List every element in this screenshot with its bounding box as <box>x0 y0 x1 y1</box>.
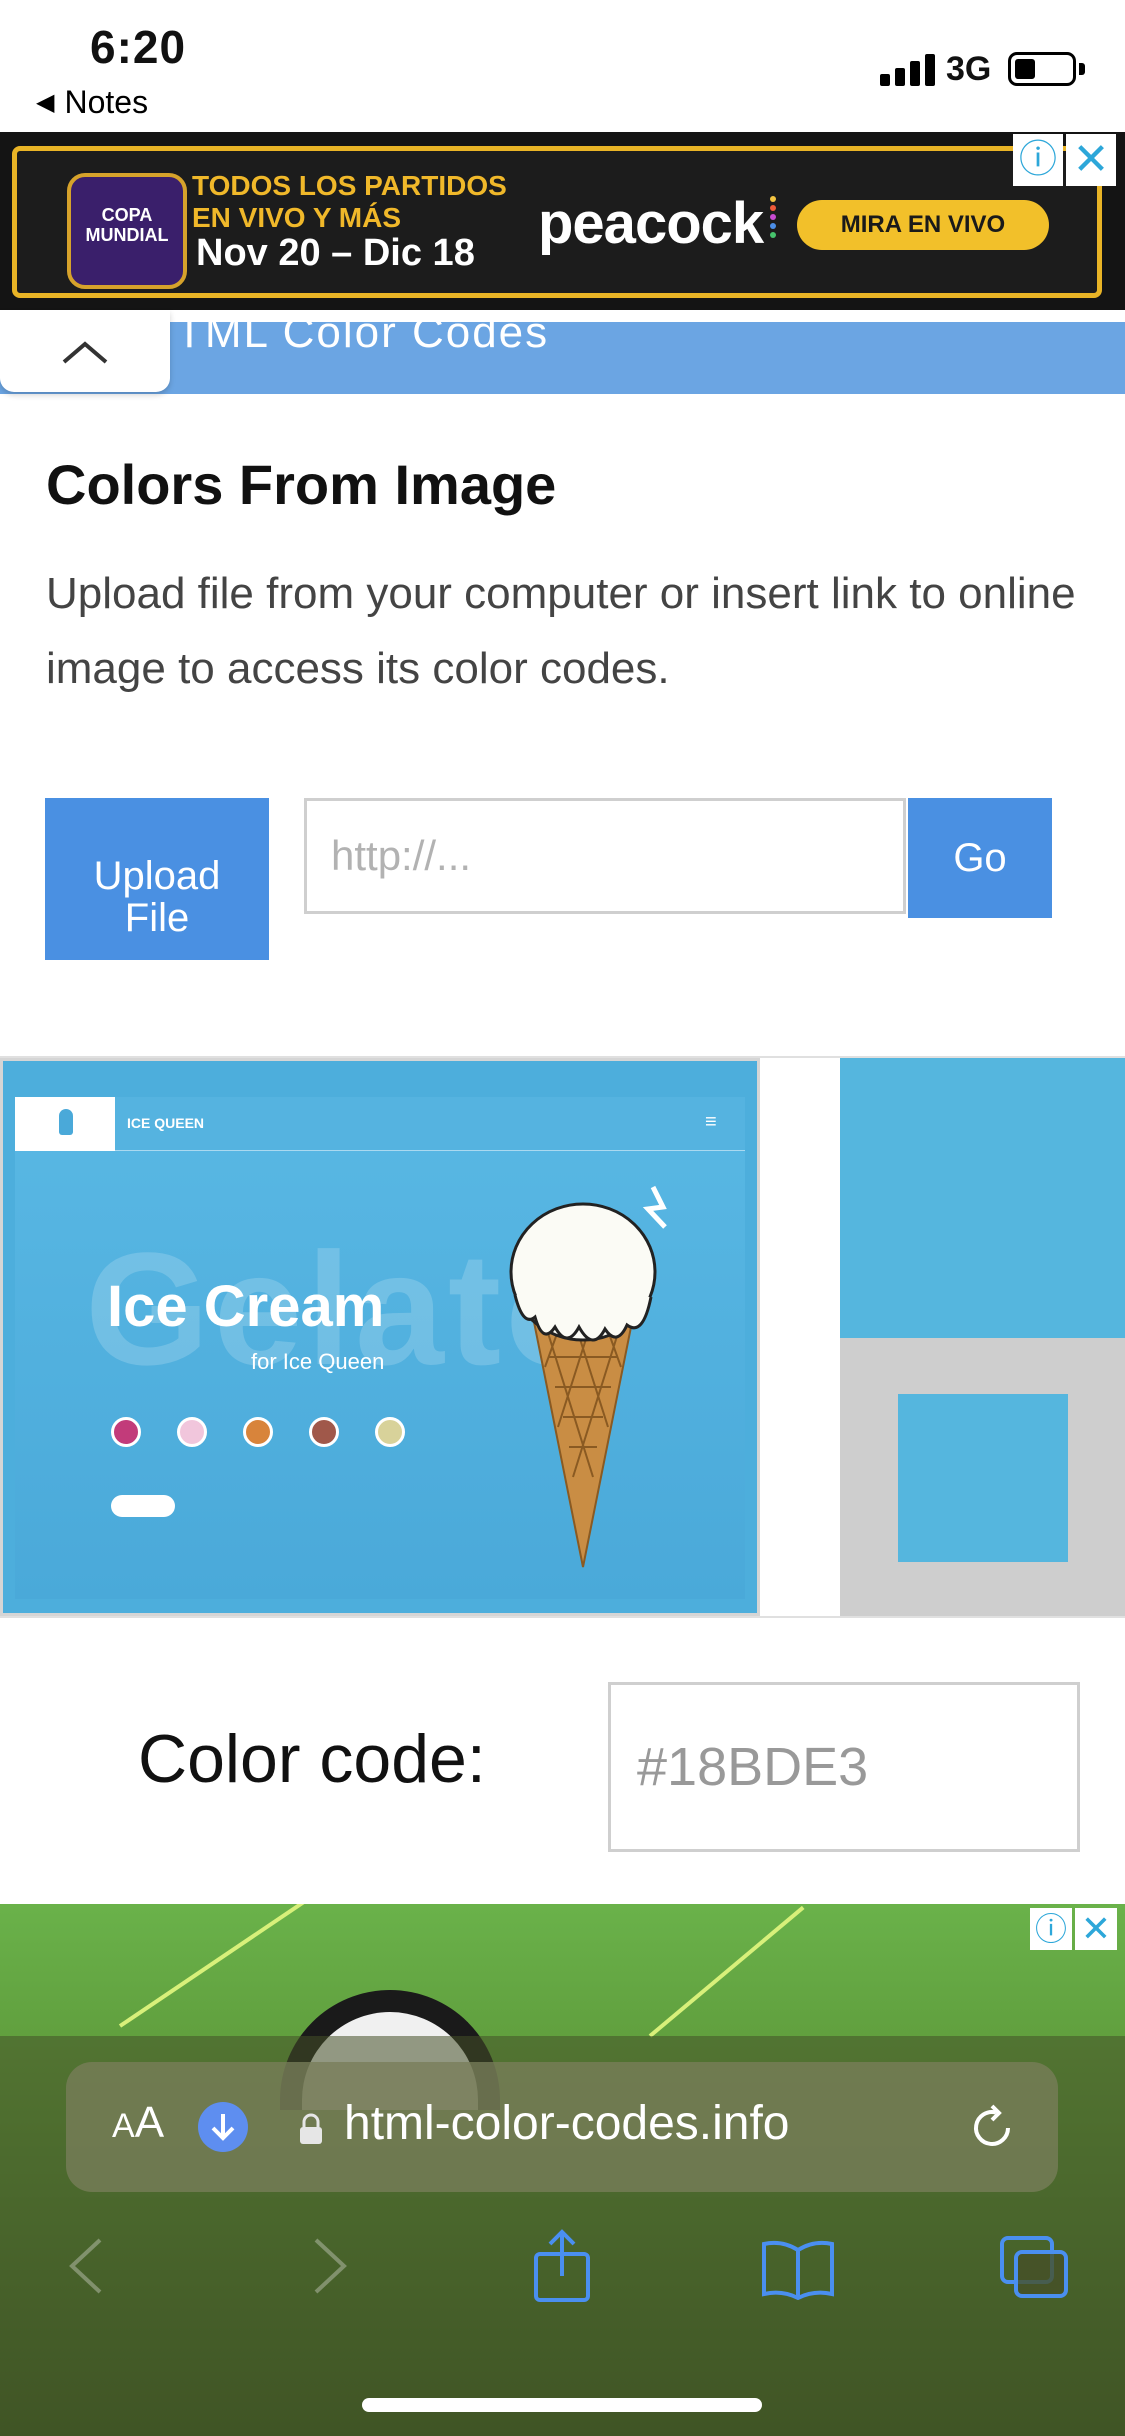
back-app-label: Notes <box>64 84 149 120</box>
color-swatch-small <box>898 1394 1068 1562</box>
chevron-up-icon <box>62 341 108 364</box>
network-type: 3G <box>946 50 992 88</box>
image-picker-area: ICE QUEEN ≡ Gelato Ice Cream for Ice Que… <box>0 1056 1125 1618</box>
back-chevron-icon[interactable] <box>66 2236 106 2296</box>
ad-line-2: EN VIVO Y MÁS <box>192 202 402 233</box>
uploaded-image-preview[interactable]: ICE QUEEN ≡ Gelato Ice Cream for Ice Que… <box>0 1058 760 1616</box>
mock-brand: ICE QUEEN <box>127 1115 205 1131</box>
battery-icon <box>1008 52 1076 86</box>
download-icon[interactable] <box>198 2102 248 2152</box>
page-description: Upload file from your computer or insert… <box>46 569 1076 693</box>
url-display[interactable]: html-color-codes.info <box>344 2096 790 2151</box>
share-icon[interactable] <box>530 2228 594 2304</box>
back-triangle-icon: ◀ <box>36 89 55 116</box>
badge-text: COPA MUNDIAL <box>85 205 169 245</box>
flavor-dot-2 <box>177 1417 207 1447</box>
ad-light-streak <box>118 1904 337 2028</box>
mock-button <box>111 1495 175 1517</box>
site-title[interactable]: TML Color Codes <box>176 308 549 358</box>
flavor-dot-5 <box>375 1417 405 1447</box>
bookmarks-icon[interactable] <box>760 2236 836 2300</box>
status-time: 6:20 <box>90 21 187 73</box>
color-code-field[interactable] <box>608 1682 1080 1852</box>
ad-info-icon[interactable]: ⓘ <box>1030 1908 1072 1950</box>
color-code-label: Color code: <box>138 1721 486 1797</box>
collapse-ad-button[interactable] <box>0 310 170 392</box>
brand-dots-icon <box>770 196 776 246</box>
back-to-notes-link[interactable]: ◀ Notes <box>36 84 148 121</box>
flavor-dot-1 <box>111 1417 141 1447</box>
mock-logo <box>15 1097 115 1151</box>
go-button[interactable]: Go <box>908 798 1052 918</box>
ad-close-icon[interactable]: ✕ <box>1075 1908 1117 1950</box>
ad-brand-logo: peacock <box>538 191 764 256</box>
color-swatch-large <box>840 1058 1125 1338</box>
image-url-input[interactable] <box>304 798 906 914</box>
ad-info-icon[interactable]: ⓘ <box>1013 134 1063 186</box>
mock-nav-bar: ICE QUEEN ≡ <box>15 1097 745 1151</box>
page-title: Colors From Image <box>46 453 557 516</box>
ad-dates: Nov 20 – Dic 18 <box>196 232 475 274</box>
lock-icon <box>300 2113 322 2144</box>
forward-chevron-icon[interactable] <box>310 2236 350 2296</box>
status-bar: 6:20 ◀ Notes 3G <box>0 0 1125 132</box>
battery-tip <box>1079 63 1085 75</box>
signal-icon <box>880 50 936 86</box>
ad-close-icon[interactable]: ✕ <box>1066 134 1116 186</box>
preview-image-content: ICE QUEEN ≡ Gelato Ice Cream for Ice Que… <box>15 1097 745 1599</box>
reader-options-button[interactable]: AA <box>112 2098 164 2148</box>
ice-cream-cone-icon <box>509 1185 667 1568</box>
mock-menu-icon: ≡ <box>705 1111 717 1133</box>
mock-heading: Ice Cream <box>107 1274 385 1339</box>
reload-icon[interactable] <box>966 2102 1018 2154</box>
color-swatch-panel <box>840 1058 1125 1616</box>
upload-file-button[interactable]: Upload File <box>45 798 269 960</box>
ad-line-1: TODOS LOS PARTIDOS <box>192 170 507 201</box>
tournament-badge: COPA MUNDIAL <box>67 173 187 289</box>
flavor-dot-3 <box>243 1417 273 1447</box>
ad-light-streak <box>648 1905 805 2038</box>
ad-cta-button[interactable]: MIRA EN VIVO <box>797 200 1049 250</box>
flavor-dot-4 <box>309 1417 339 1447</box>
home-indicator <box>362 2398 762 2412</box>
mock-subheading: for Ice Queen <box>251 1349 385 1374</box>
tabs-icon[interactable] <box>998 2234 1070 2300</box>
